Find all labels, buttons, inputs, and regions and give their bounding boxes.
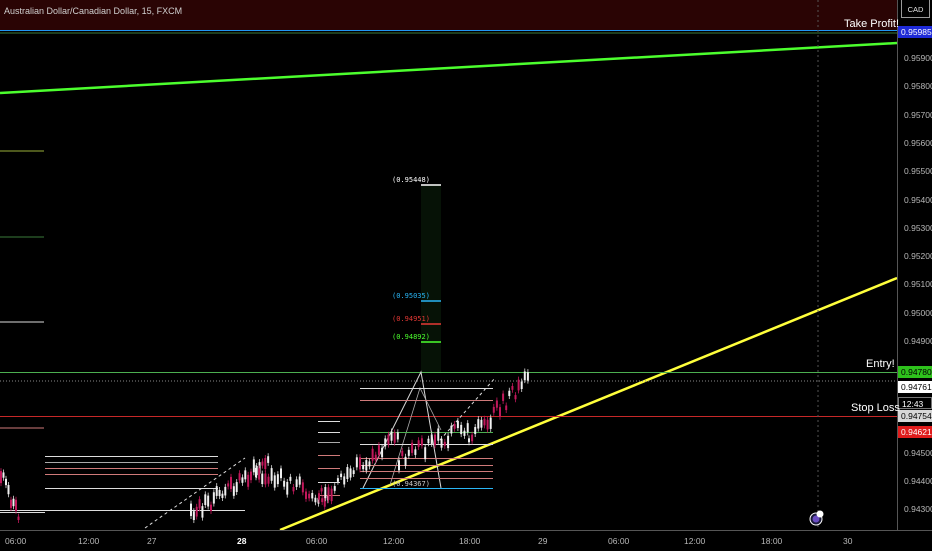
price-tick: 0.94300 bbox=[904, 504, 932, 514]
green-trend-line[interactable] bbox=[0, 41, 897, 95]
projection-label: (0.94951) bbox=[392, 315, 430, 323]
time-label: 30 bbox=[843, 536, 853, 546]
stop-loss-label: Stop Loss bbox=[851, 402, 900, 414]
price-tick: 0.95400 bbox=[904, 195, 932, 205]
symbol-title: Australian Dollar/Canadian Dollar, 15, F… bbox=[4, 6, 183, 16]
time-label: 28 bbox=[237, 536, 247, 546]
price-tick: 0.94900 bbox=[904, 336, 932, 346]
harmonic-pattern bbox=[362, 370, 442, 489]
price-tick: 0.95100 bbox=[904, 279, 932, 289]
stop-loss-price-tag[interactable]: 0.94621 bbox=[898, 426, 932, 438]
mid-price-tag: 0.94754 bbox=[898, 410, 932, 422]
price-tick: 0.95600 bbox=[904, 138, 932, 148]
projection-label: (0.95035) bbox=[392, 292, 430, 300]
candles bbox=[0, 368, 529, 524]
projection-label: (0.95448) bbox=[392, 176, 430, 184]
price-tick: 0.95900 bbox=[904, 53, 932, 63]
time-label: 06:00 bbox=[608, 536, 630, 546]
projection-box bbox=[421, 185, 441, 372]
time-axis[interactable]: 06:00 12:00 27 28 06:00 12:00 18:00 29 0… bbox=[0, 530, 932, 551]
time-label: 18:00 bbox=[761, 536, 783, 546]
horizontal-levels bbox=[0, 388, 493, 513]
yellow-trend-line[interactable] bbox=[279, 276, 897, 530]
price-tick: 0.95200 bbox=[904, 251, 932, 261]
entry-label: Entry! bbox=[866, 358, 895, 370]
event-marker[interactable] bbox=[809, 510, 824, 526]
time-label: 18:00 bbox=[459, 536, 481, 546]
time-label: 29 bbox=[538, 536, 548, 546]
price-tick: 0.95300 bbox=[904, 223, 932, 233]
time-label: 27 bbox=[147, 536, 157, 546]
price-tick: 0.95500 bbox=[904, 166, 932, 176]
pattern-label: (0.94367) bbox=[392, 480, 430, 488]
time-label: 06:00 bbox=[5, 536, 27, 546]
price-tick: 0.95800 bbox=[904, 81, 932, 91]
currency-selector[interactable]: CAD bbox=[901, 0, 930, 18]
time-label: 12:00 bbox=[78, 536, 100, 546]
price-tick: 0.94500 bbox=[904, 448, 932, 458]
take-profit-label: Take Profit! bbox=[844, 18, 900, 30]
price-axis[interactable]: 0.95900 0.95800 0.95700 0.95600 0.95500 … bbox=[897, 0, 932, 530]
time-label: 12:00 bbox=[383, 536, 405, 546]
price-tick: 0.95700 bbox=[904, 110, 932, 120]
time-label: 06:00 bbox=[306, 536, 328, 546]
bar-countdown: 12:43 bbox=[898, 397, 932, 409]
currency-label: CAD bbox=[907, 5, 924, 14]
projection-label: (0.94892) bbox=[392, 333, 430, 341]
price-tick: 0.94400 bbox=[904, 476, 932, 486]
entry-price-tag[interactable]: 0.94780 bbox=[898, 366, 932, 378]
time-label: 12:00 bbox=[684, 536, 706, 546]
last-price-tag: 0.94761 bbox=[898, 381, 932, 393]
price-chart[interactable] bbox=[0, 0, 897, 530]
take-profit-price-tag[interactable]: 0.95985 bbox=[898, 26, 932, 38]
price-tick: 0.95000 bbox=[904, 308, 932, 318]
